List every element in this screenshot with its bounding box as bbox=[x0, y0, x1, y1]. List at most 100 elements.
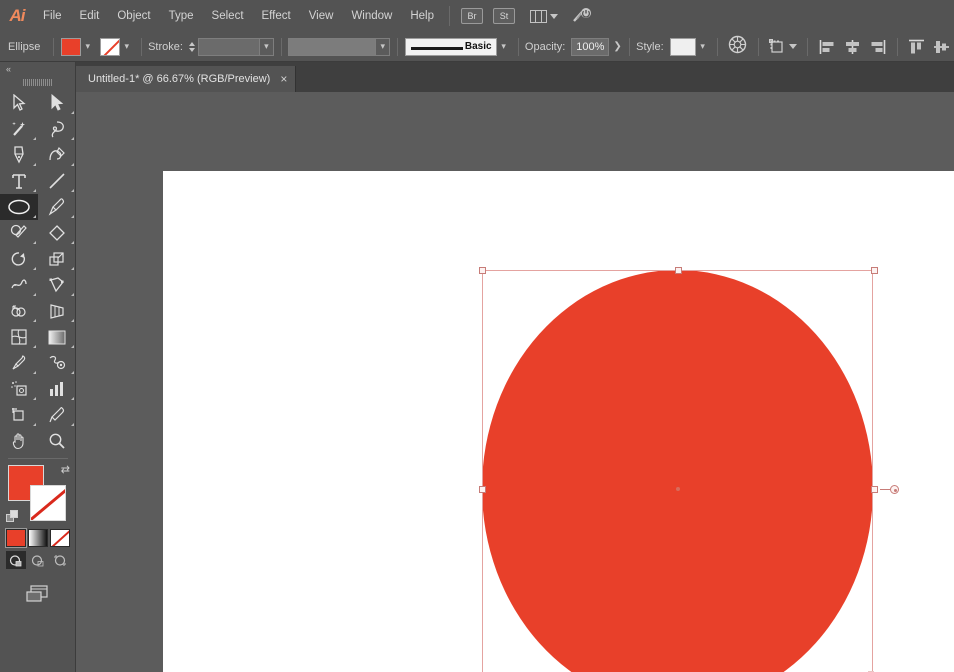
fill-color-swatch[interactable] bbox=[61, 38, 81, 56]
arrange-documents-icon[interactable] bbox=[530, 10, 558, 23]
stroke-profile-group[interactable]: ▾ bbox=[288, 38, 390, 56]
swap-fill-stroke-icon[interactable]: ⇄ bbox=[61, 463, 70, 476]
shaper-tool[interactable] bbox=[0, 220, 38, 246]
workspace-switcher-icon[interactable] bbox=[572, 7, 594, 25]
selection-tool[interactable] bbox=[0, 90, 38, 116]
stroke-weight-label: Stroke: bbox=[148, 41, 183, 53]
menubar-divider bbox=[449, 6, 450, 26]
ellipse-tool[interactable] bbox=[0, 194, 38, 220]
fill-stroke-proxy: ⇄ bbox=[0, 463, 76, 525]
gradient-mode-button[interactable] bbox=[28, 529, 48, 547]
brush-stroke-preview bbox=[411, 47, 463, 50]
menu-view[interactable]: View bbox=[300, 0, 343, 32]
eraser-tool[interactable] bbox=[38, 220, 76, 246]
graphic-style-swatch[interactable] bbox=[670, 38, 696, 56]
brush-definition-swatch[interactable]: Basic bbox=[405, 38, 497, 56]
width-tool[interactable] bbox=[0, 272, 38, 298]
curvature-tool[interactable] bbox=[38, 142, 76, 168]
transform-chevron-down-icon[interactable] bbox=[789, 44, 797, 49]
change-screen-mode-icon[interactable] bbox=[0, 583, 75, 605]
default-fill-stroke-icon[interactable] bbox=[6, 510, 19, 523]
menu-type[interactable]: Type bbox=[160, 0, 203, 32]
stroke-dropdown-icon[interactable]: ▾ bbox=[120, 38, 134, 56]
draw-normal-button[interactable] bbox=[6, 551, 26, 569]
column-graph-tool[interactable] bbox=[38, 376, 76, 402]
document-tab[interactable]: Untitled-1* @ 66.67% (RGB/Preview) × bbox=[76, 66, 296, 92]
menu-bar: Ai File Edit Object Type Select Effect V… bbox=[0, 0, 954, 32]
menu-effect[interactable]: Effect bbox=[253, 0, 300, 32]
free-transform-tool[interactable] bbox=[38, 272, 76, 298]
transform-options-button[interactable] bbox=[768, 38, 797, 55]
direct-selection-tool[interactable] bbox=[38, 90, 76, 116]
align-horizontal-center-icon[interactable] bbox=[844, 39, 861, 55]
fill-dropdown-icon[interactable]: ▾ bbox=[81, 38, 95, 56]
style-label: Style: bbox=[636, 41, 664, 53]
draw-inside-button[interactable] bbox=[50, 551, 70, 569]
panel-drag-handle[interactable] bbox=[0, 76, 75, 88]
opacity-input[interactable]: 100% bbox=[571, 38, 609, 56]
artboard[interactable] bbox=[163, 171, 954, 672]
lasso-tool[interactable] bbox=[38, 116, 76, 142]
align-top-icon[interactable] bbox=[908, 39, 925, 55]
stroke-color-swatch[interactable] bbox=[100, 38, 120, 56]
mesh-tool[interactable] bbox=[0, 324, 38, 350]
artboard-tool[interactable] bbox=[0, 402, 38, 428]
eyedropper-tool[interactable] bbox=[0, 350, 38, 376]
menu-file[interactable]: File bbox=[34, 0, 71, 32]
app-logo-icon: Ai bbox=[0, 0, 34, 32]
canvas-area[interactable] bbox=[76, 92, 954, 672]
graphic-style-dropdown-icon[interactable]: ▾ bbox=[696, 38, 710, 56]
stroke-weight-input-group[interactable]: ▾ bbox=[198, 38, 274, 56]
menu-window[interactable]: Window bbox=[342, 0, 401, 32]
menu-edit[interactable]: Edit bbox=[71, 0, 109, 32]
align-vertical-center-icon[interactable] bbox=[933, 39, 950, 55]
magic-wand-tool[interactable] bbox=[0, 116, 38, 142]
arrange-documents-glyph bbox=[530, 10, 547, 23]
stock-button[interactable]: St bbox=[493, 8, 515, 24]
stroke-color-proxy[interactable] bbox=[30, 485, 66, 521]
zoom-tool[interactable] bbox=[38, 428, 76, 454]
align-left-icon[interactable] bbox=[819, 39, 836, 55]
opacity-options-icon[interactable]: ❯ bbox=[613, 41, 621, 52]
chevron-down-icon bbox=[550, 14, 558, 19]
symbol-sprayer-tool[interactable] bbox=[0, 376, 38, 402]
gradient-tool[interactable] bbox=[38, 324, 76, 350]
menu-select[interactable]: Select bbox=[203, 0, 253, 32]
brush-definition-dropdown-icon[interactable]: ▾ bbox=[497, 38, 511, 56]
align-right-icon[interactable] bbox=[869, 39, 886, 55]
draw-behind-button[interactable] bbox=[28, 551, 48, 569]
width-widget-handle[interactable] bbox=[890, 485, 899, 494]
stepper-up-icon[interactable] bbox=[189, 42, 195, 46]
slice-tool[interactable] bbox=[38, 402, 76, 428]
handle-top-left bbox=[479, 267, 486, 274]
handle-middle-left bbox=[479, 486, 486, 493]
pen-tool[interactable] bbox=[0, 142, 38, 168]
menu-help[interactable]: Help bbox=[401, 0, 443, 32]
stroke-weight-input[interactable] bbox=[198, 38, 260, 56]
close-icon[interactable]: × bbox=[280, 72, 287, 86]
width-widget-bar bbox=[880, 489, 890, 490]
bridge-button[interactable]: Br bbox=[461, 8, 483, 24]
blend-tool[interactable] bbox=[38, 350, 76, 376]
stroke-weight-dropdown-icon[interactable]: ▾ bbox=[260, 38, 274, 56]
scale-tool[interactable] bbox=[38, 246, 76, 272]
stroke-profile-dropdown-icon[interactable]: ▾ bbox=[376, 38, 390, 56]
toolbar-divider bbox=[8, 458, 68, 459]
menu-object[interactable]: Object bbox=[108, 0, 159, 32]
stepper-down-icon[interactable] bbox=[189, 48, 195, 52]
shape-builder-tool[interactable] bbox=[0, 298, 38, 324]
color-mode-button[interactable] bbox=[6, 529, 26, 547]
stroke-profile-input[interactable] bbox=[288, 38, 376, 56]
none-mode-button[interactable] bbox=[50, 529, 70, 547]
paintbrush-tool[interactable] bbox=[38, 194, 76, 220]
type-tool[interactable] bbox=[0, 168, 38, 194]
stroke-weight-stepper[interactable] bbox=[189, 41, 195, 53]
recolor-artwork-icon[interactable] bbox=[728, 35, 747, 59]
perspective-grid-tool[interactable] bbox=[38, 298, 76, 324]
hand-tool[interactable] bbox=[0, 428, 38, 454]
rotate-tool[interactable] bbox=[0, 246, 38, 272]
collapse-panel-icon[interactable]: « bbox=[0, 62, 75, 76]
control-bar: Ellipse ▾ ▾ Stroke: ▾ ▾ bbox=[0, 32, 954, 62]
line-segment-tool[interactable] bbox=[38, 168, 76, 194]
paint-mode-row bbox=[0, 529, 75, 547]
